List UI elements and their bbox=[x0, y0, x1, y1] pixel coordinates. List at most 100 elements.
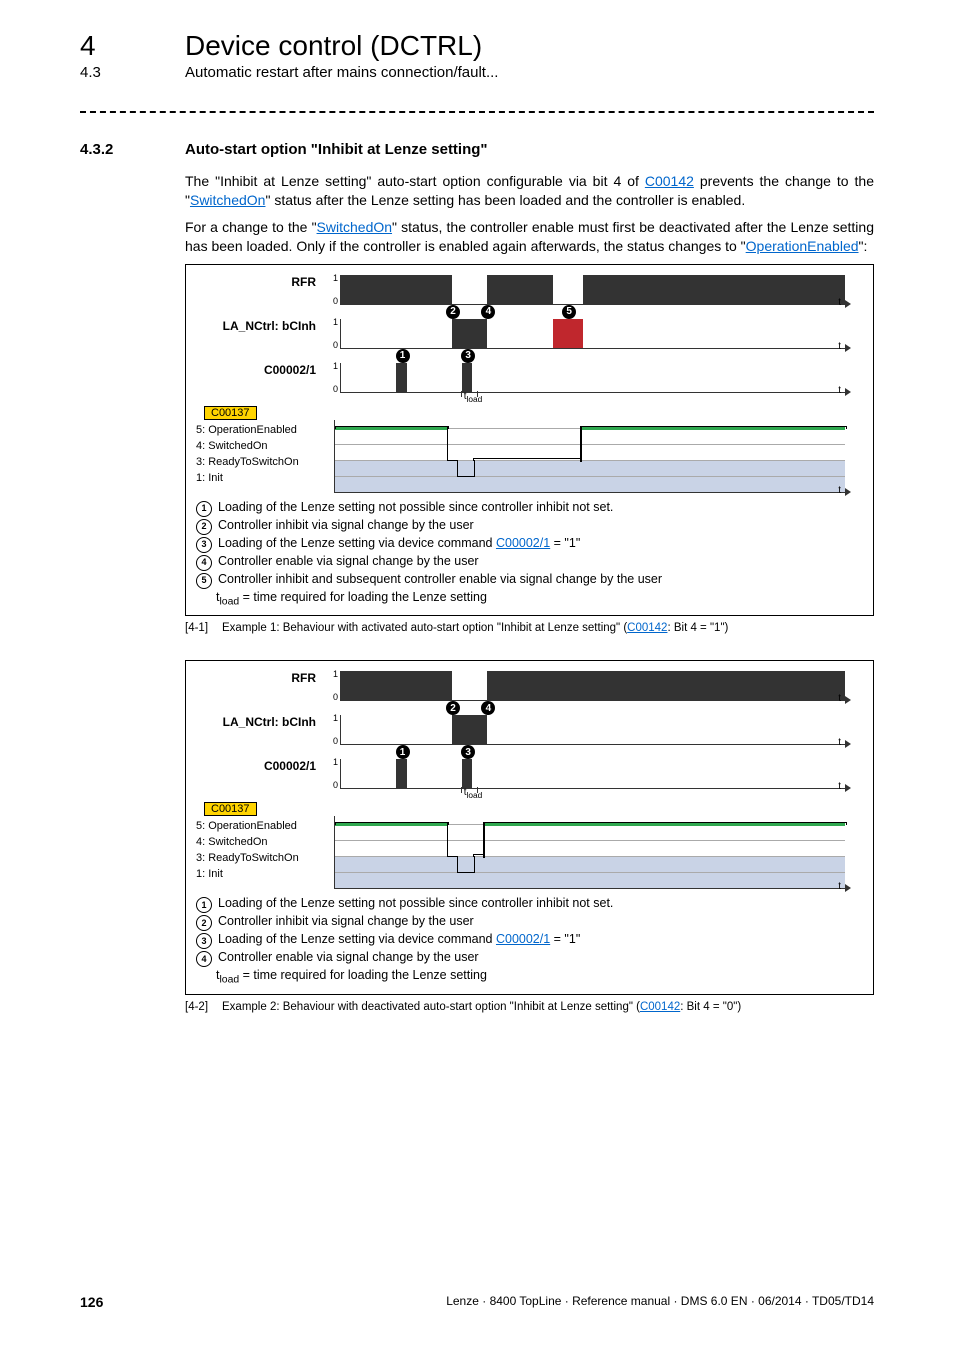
state-3-label: 3: ReadyToSwitchOn bbox=[196, 454, 334, 470]
figure-1: RFR 10 t 2 4 5 LA_NCtrl: bbox=[185, 264, 874, 617]
state-1-label: 1: Init bbox=[196, 470, 334, 486]
legend-3-suffix: = "1" bbox=[550, 536, 580, 550]
subsection-title: Auto-start option "Inhibit at Lenze sett… bbox=[185, 141, 488, 158]
section-breadcrumb: 4.3 Automatic restart after mains connec… bbox=[80, 64, 874, 81]
legend-3-text: Loading of the Lenze setting via device … bbox=[218, 536, 496, 550]
chapter-header: 4 Device control (DCTRL) bbox=[80, 30, 874, 62]
subsection-header: 4.3.2 Auto-start option "Inhibit at Lenz… bbox=[80, 141, 874, 158]
marker-5-icon: 5 bbox=[562, 305, 576, 319]
link-operationenabled[interactable]: OperationEnabled bbox=[746, 238, 859, 254]
legend-3-text: Loading of the Lenze setting via device … bbox=[218, 932, 496, 946]
legend-1-icon: 1 bbox=[196, 897, 212, 913]
state-5-label: 5: OperationEnabled bbox=[196, 422, 334, 438]
page-footer: 126 Lenze · 8400 TopLine · Reference man… bbox=[80, 1294, 874, 1310]
cmd-plot-2: t bbox=[341, 759, 845, 789]
rfr-plot: t bbox=[341, 275, 845, 305]
legend-1-text: Loading of the Lenze setting not possibl… bbox=[218, 895, 613, 913]
breadcrumb-number: 4.3 bbox=[80, 64, 135, 81]
chapter-title: Device control (DCTRL) bbox=[185, 30, 482, 62]
paragraph-1: The "Inhibit at Lenze setting" auto-star… bbox=[185, 172, 874, 210]
marker-3-icon: 3 bbox=[461, 349, 475, 363]
signal-label-rfr: RFR bbox=[196, 275, 322, 305]
link-switchedon[interactable]: SwitchedOn bbox=[190, 192, 265, 208]
marker-4-icon: 4 bbox=[481, 305, 495, 319]
page-number: 126 bbox=[80, 1294, 103, 1310]
signal-label-la: LA_NCtrl: bCInh bbox=[196, 319, 322, 349]
caption-1-text: Example 1: Behaviour with activated auto… bbox=[222, 622, 627, 634]
marker-2-icon: 2 bbox=[446, 305, 460, 319]
state-4-label: 4: SwitchedOn bbox=[196, 438, 334, 454]
tload-desc: = time required for loading the Lenze se… bbox=[239, 590, 487, 604]
state-plot-2: t bbox=[334, 816, 845, 889]
axis-t: t bbox=[838, 881, 841, 892]
tload-sub: load bbox=[219, 975, 239, 986]
caption-1-suffix: : Bit 4 = "1") bbox=[667, 622, 728, 634]
tload-desc: = time required for loading the Lenze se… bbox=[239, 968, 487, 982]
marker-4-icon: 4 bbox=[481, 701, 495, 715]
link-c00002[interactable]: C00002/1 bbox=[496, 536, 550, 550]
cmd-plot: t bbox=[341, 363, 845, 393]
figure-2: RFR 10 t 2 4 LA_NCtrl: bCInh 10 bbox=[185, 660, 874, 995]
paragraph-2: For a change to the "SwitchedOn" status,… bbox=[185, 218, 874, 256]
legend-1-text: Loading of the Lenze setting not possibl… bbox=[218, 499, 613, 517]
breadcrumb-title: Automatic restart after mains connection… bbox=[185, 64, 498, 81]
legend-4-text: Controller enable via signal change by t… bbox=[218, 553, 479, 571]
marker-2-icon: 2 bbox=[446, 701, 460, 715]
text: " status after the Lenze setting has bee… bbox=[265, 192, 745, 208]
la-plot: t bbox=[341, 319, 845, 349]
legend-3-icon: 3 bbox=[196, 537, 212, 553]
signal-label-rfr: RFR bbox=[196, 671, 322, 701]
signal-label-la: LA_NCtrl: bCInh bbox=[196, 715, 322, 745]
text: The "Inhibit at Lenze setting" auto-star… bbox=[185, 173, 645, 189]
caption-2-suffix: : Bit 4 = "0") bbox=[680, 1001, 741, 1013]
c00137-tag: C00137 bbox=[204, 406, 257, 420]
subsection-number: 4.3.2 bbox=[80, 141, 135, 158]
figure-1-caption: [4-1] Example 1: Behaviour with activate… bbox=[185, 622, 874, 634]
text: For a change to the " bbox=[185, 219, 317, 235]
tload-sub: load bbox=[219, 596, 239, 607]
state-labels: 5: OperationEnabled 4: SwitchedOn 3: Rea… bbox=[196, 816, 334, 889]
state-1-label: 1: Init bbox=[196, 866, 334, 882]
marker-3-icon: 3 bbox=[461, 745, 475, 759]
legend-5-icon: 5 bbox=[196, 573, 212, 589]
link-c00142[interactable]: C00142 bbox=[640, 1001, 680, 1013]
signal-label-cmd: C00002/1 bbox=[196, 363, 322, 393]
c00137-tag: C00137 bbox=[204, 802, 257, 816]
legend-3-icon: 3 bbox=[196, 933, 212, 949]
legend-2-text: Controller inhibit via signal change by … bbox=[218, 913, 474, 931]
link-c00142[interactable]: C00142 bbox=[627, 622, 667, 634]
state-plot-1: t bbox=[334, 420, 845, 493]
state-3-label: 3: ReadyToSwitchOn bbox=[196, 850, 334, 866]
legend-1-icon: 1 bbox=[196, 501, 212, 517]
tload-sub: load bbox=[467, 394, 483, 404]
figure-2-legend: 1 Loading of the Lenze setting not possib… bbox=[196, 895, 863, 988]
state-labels: 5: OperationEnabled 4: SwitchedOn 3: Rea… bbox=[196, 420, 334, 493]
divider bbox=[80, 111, 874, 113]
state-5-label: 5: OperationEnabled bbox=[196, 818, 334, 834]
text: ": bbox=[859, 238, 868, 254]
legend-4-icon: 4 bbox=[196, 951, 212, 967]
la-plot-2: t bbox=[341, 715, 845, 745]
legend-4-text: Controller enable via signal change by t… bbox=[218, 949, 479, 967]
state-4-label: 4: SwitchedOn bbox=[196, 834, 334, 850]
signal-label-cmd: C00002/1 bbox=[196, 759, 322, 789]
figure-1-legend: 1 Loading of the Lenze setting not possib… bbox=[196, 499, 863, 610]
caption-2-tag: [4-2] bbox=[185, 1001, 208, 1013]
caption-1-tag: [4-1] bbox=[185, 622, 208, 634]
legend-2-icon: 2 bbox=[196, 915, 212, 931]
tload-sub: load bbox=[467, 790, 483, 800]
legend-4-icon: 4 bbox=[196, 555, 212, 571]
marker-1-icon: 1 bbox=[396, 349, 410, 363]
legend-2-icon: 2 bbox=[196, 519, 212, 535]
link-c00002[interactable]: C00002/1 bbox=[496, 932, 550, 946]
legend-3-suffix: = "1" bbox=[550, 932, 580, 946]
legend-5-text: Controller inhibit and subsequent contro… bbox=[218, 571, 662, 589]
link-c00142[interactable]: C00142 bbox=[645, 173, 694, 189]
marker-1-icon: 1 bbox=[396, 745, 410, 759]
legend-2-text: Controller inhibit via signal change by … bbox=[218, 517, 474, 535]
footer-info: Lenze · 8400 TopLine · Reference manual … bbox=[446, 1294, 874, 1310]
figure-2-caption: [4-2] Example 2: Behaviour with deactiva… bbox=[185, 1001, 874, 1013]
rfr-plot-2: t bbox=[341, 671, 845, 701]
axis-t: t bbox=[838, 485, 841, 496]
link-switchedon[interactable]: SwitchedOn bbox=[317, 219, 392, 235]
